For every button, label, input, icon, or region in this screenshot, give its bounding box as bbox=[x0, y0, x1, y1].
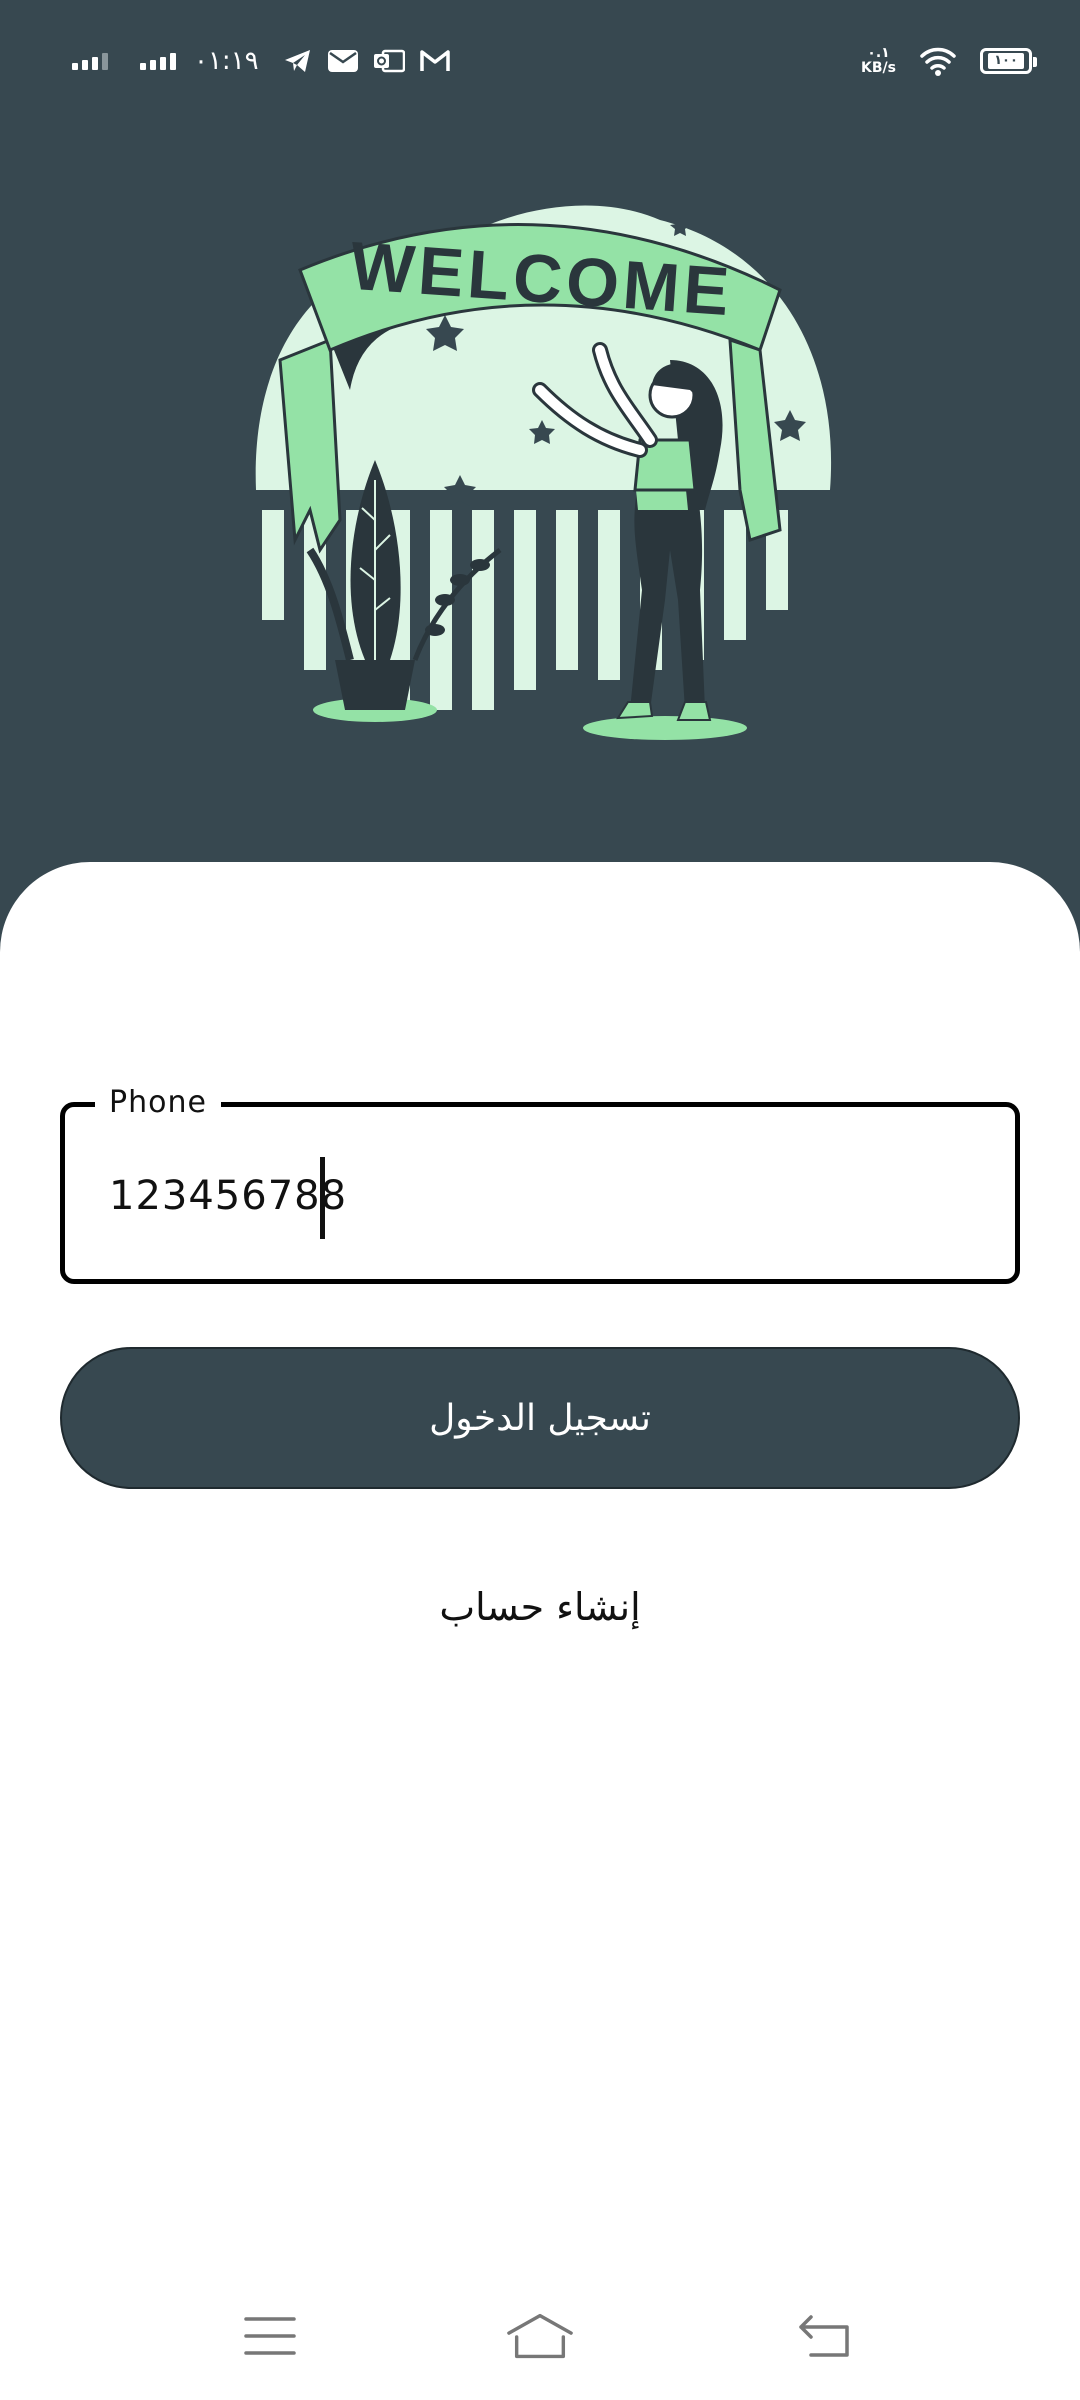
status-bar-left: ٠١:١٩ bbox=[72, 42, 451, 80]
network-speed-value: ٠.١ bbox=[867, 45, 890, 61]
gmail-icon bbox=[419, 48, 451, 74]
welcome-illustration: WELCOME bbox=[240, 190, 840, 750]
navigation-bar bbox=[0, 2290, 1080, 2380]
phone-input[interactable] bbox=[109, 1161, 909, 1231]
phone-field[interactable]: Phone bbox=[60, 1085, 1020, 1284]
home-icon[interactable] bbox=[505, 2308, 575, 2364]
mail-icon bbox=[327, 48, 359, 74]
status-time: ٠١:١٩ bbox=[194, 46, 259, 76]
text-caret bbox=[320, 1157, 325, 1239]
wifi-icon bbox=[918, 45, 958, 77]
login-button[interactable]: تسجيل الدخول bbox=[60, 1347, 1020, 1489]
telegram-icon bbox=[283, 47, 313, 75]
status-bar-right: ٠.١ KB/s ١٠٠ bbox=[861, 40, 1037, 82]
battery-level: ١٠٠ bbox=[988, 53, 1024, 69]
back-icon[interactable] bbox=[790, 2308, 860, 2364]
signal-strength-icon bbox=[72, 52, 108, 70]
menu-icon[interactable] bbox=[235, 2308, 305, 2364]
create-account-link[interactable]: إنشاء حساب bbox=[0, 1585, 1080, 1629]
network-speed-unit: KB/s bbox=[861, 60, 896, 76]
signal-strength-icon-2 bbox=[140, 52, 176, 70]
network-speed: ٠.١ KB/s bbox=[861, 46, 896, 76]
status-bar: ٠١:١٩ ٠.١ KB/s ١٠٠ bbox=[0, 0, 1080, 120]
phone-field-label: Phone bbox=[95, 1085, 221, 1120]
battery-icon: ١٠٠ bbox=[980, 48, 1037, 74]
outlook-icon bbox=[373, 48, 405, 74]
